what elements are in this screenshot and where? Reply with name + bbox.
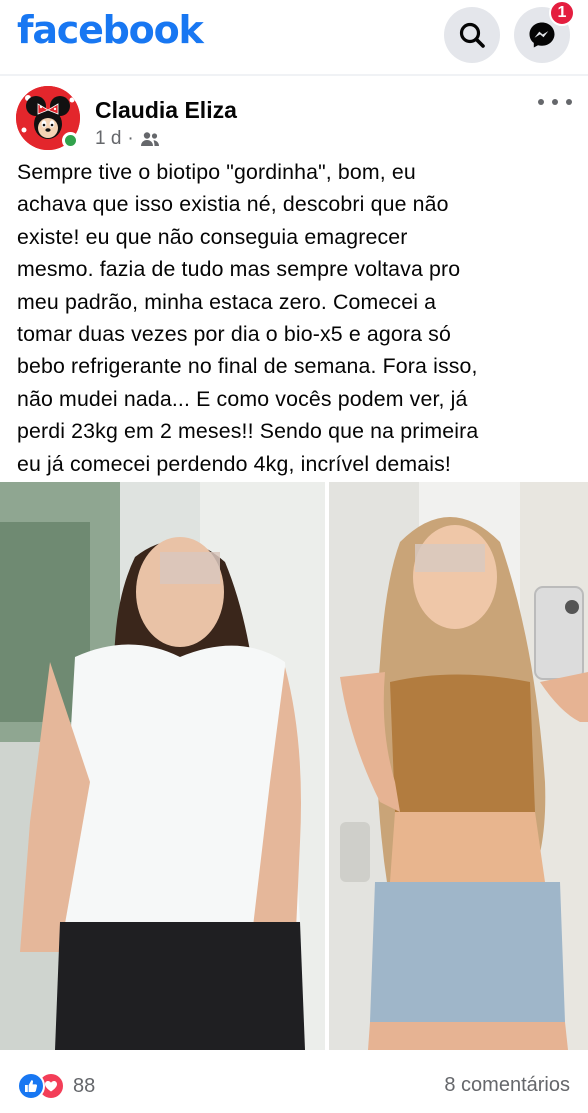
messenger-icon — [529, 22, 555, 48]
reaction-count: 88 — [73, 1074, 96, 1097]
post-author-name[interactable]: Claudia Eliza — [95, 97, 237, 124]
more-options-dot — [552, 99, 558, 105]
more-options-icon — [538, 99, 544, 105]
online-status-indicator — [62, 132, 79, 149]
more-options-button[interactable] — [538, 92, 572, 112]
meta-separator: · — [127, 128, 134, 149]
search-button[interactable] — [444, 7, 500, 63]
before-after-photo — [0, 482, 588, 1050]
post-footer: 88 8 comentários — [0, 1050, 588, 1113]
comments-count-link[interactable]: 8 comentários — [444, 1074, 570, 1097]
reactions-summary[interactable]: 88 — [17, 1072, 95, 1100]
top-bar: facebook 1 — [0, 0, 588, 72]
messenger-button[interactable]: 1 — [514, 0, 575, 63]
like-reaction-icon — [17, 1072, 45, 1100]
header-divider — [0, 74, 588, 76]
facebook-logo[interactable]: facebook — [17, 8, 204, 52]
more-options-dot — [566, 99, 572, 105]
post-photo[interactable] — [0, 482, 588, 1050]
post-text: Sempre tive o biotipo "gordinha", bom, e… — [17, 160, 479, 476]
post-meta: 1 d · — [95, 128, 160, 150]
post-time[interactable]: 1 d — [95, 128, 121, 150]
search-icon — [459, 22, 485, 48]
friends-icon — [140, 132, 159, 146]
notification-badge: 1 — [549, 0, 575, 26]
